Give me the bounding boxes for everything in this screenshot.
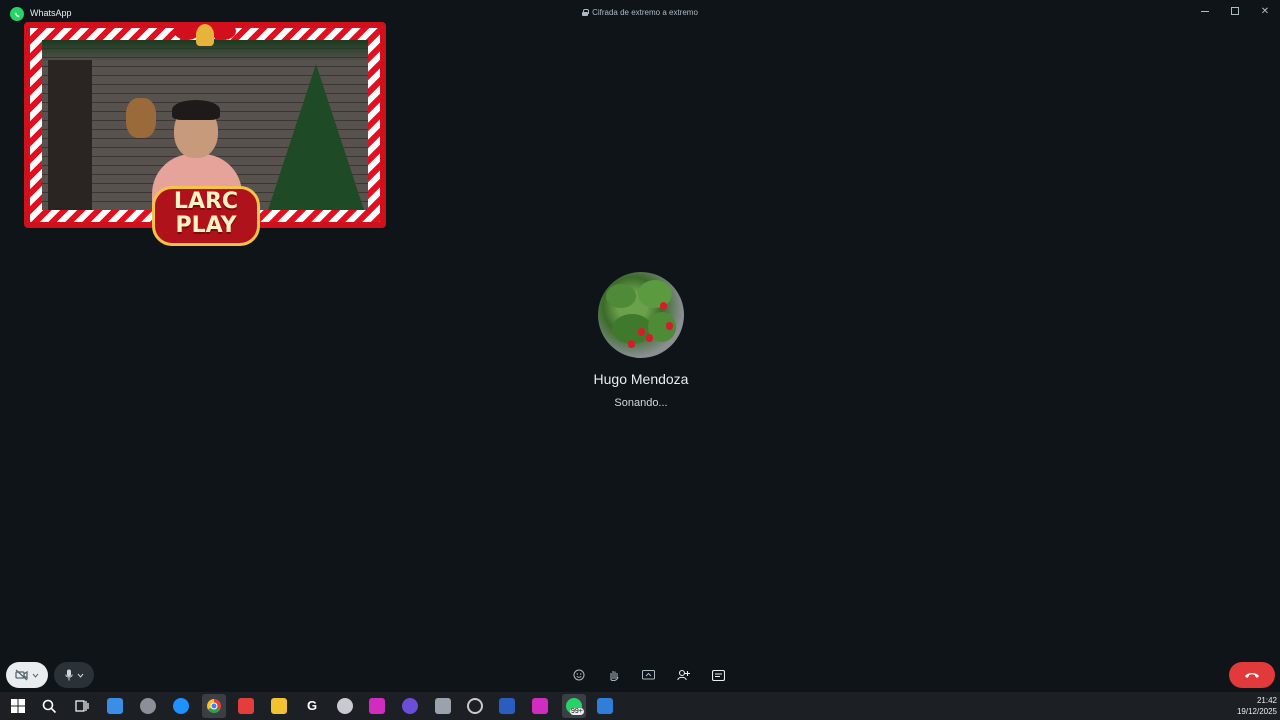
clock-time: 21:42: [1256, 696, 1277, 705]
raise-hand-icon: [610, 671, 619, 681]
call-window: WhatsApp Cifrada de extremo a extremo ✕: [0, 0, 1280, 692]
chat-icon: [711, 669, 725, 681]
door: [48, 60, 92, 210]
app-purple-icon[interactable]: [402, 698, 418, 714]
video-editor-icon[interactable]: [238, 698, 254, 714]
logo-text-line1: LARC: [173, 189, 239, 214]
microphone-toggle-button[interactable]: [54, 662, 94, 688]
capcut-icon[interactable]: G: [304, 698, 320, 714]
app-helmet-icon[interactable]: [337, 698, 353, 714]
end-call-button[interactable]: [1229, 662, 1275, 688]
emoji-icon: [573, 669, 585, 681]
calculator-icon[interactable]: [435, 698, 451, 714]
emoji-button[interactable]: [570, 666, 588, 684]
whatsapp-badge: 99+: [570, 708, 584, 715]
taskbar: G 99+ 21:42 19/12/2025: [0, 692, 1280, 720]
call-status: Sonando...: [614, 397, 668, 409]
add-participant-icon: [676, 669, 690, 681]
avatar: [598, 272, 684, 358]
person-hair: [172, 100, 220, 120]
chat-button[interactable]: [709, 666, 727, 684]
app-pink2-icon[interactable]: [532, 698, 548, 714]
chevron-down-icon[interactable]: [77, 673, 84, 678]
larc-play-logo: LARC PLAY: [136, 184, 276, 256]
whatsapp-taskbar-slot[interactable]: 99+: [562, 694, 586, 718]
bow-bell-icon: [174, 16, 236, 52]
task-view-icon[interactable]: [74, 698, 90, 714]
hang-up-icon: [1245, 673, 1259, 678]
minimize-button[interactable]: [1198, 4, 1212, 18]
system-clock[interactable]: 21:42 19/12/2025: [1237, 695, 1277, 717]
search-icon[interactable]: [41, 698, 57, 714]
maximize-button[interactable]: [1228, 4, 1242, 18]
app-blue-icon[interactable]: [597, 698, 613, 714]
clock-app-icon[interactable]: [467, 698, 483, 714]
callee-panel: Hugo Mendoza Sonando...: [540, 272, 742, 409]
lock-icon: [582, 9, 590, 16]
app-owl-icon[interactable]: [140, 698, 156, 714]
raise-hand-button[interactable]: [605, 666, 623, 684]
file-explorer-icon[interactable]: [271, 698, 287, 714]
close-button[interactable]: ✕: [1258, 4, 1272, 18]
callee-name: Hugo Mendoza: [593, 371, 689, 387]
encryption-text: Cifrada de extremo a extremo: [592, 8, 698, 17]
app-pink-icon[interactable]: [369, 698, 385, 714]
call-controls-bar: [0, 656, 1280, 692]
camera-toggle-button[interactable]: [6, 662, 48, 688]
store-icon[interactable]: [107, 698, 123, 714]
chevron-down-icon[interactable]: [32, 673, 39, 678]
word-icon[interactable]: [499, 698, 515, 714]
self-video-preview[interactable]: LARC PLAY: [24, 22, 386, 252]
add-participant-button[interactable]: [674, 666, 692, 684]
screen-share-button[interactable]: [639, 666, 657, 684]
edge-icon[interactable]: [173, 698, 189, 714]
start-icon[interactable]: [10, 698, 26, 714]
christmas-tree: [268, 64, 364, 210]
logo-text-line2: PLAY: [175, 213, 237, 238]
camera-off-icon: [15, 669, 28, 681]
chrome-icon: [207, 699, 221, 713]
chrome-taskbar-slot[interactable]: [202, 694, 226, 718]
screen-share-icon: [641, 669, 655, 679]
microphone-icon: [64, 669, 73, 681]
clock-date: 19/12/2025: [1236, 707, 1277, 716]
